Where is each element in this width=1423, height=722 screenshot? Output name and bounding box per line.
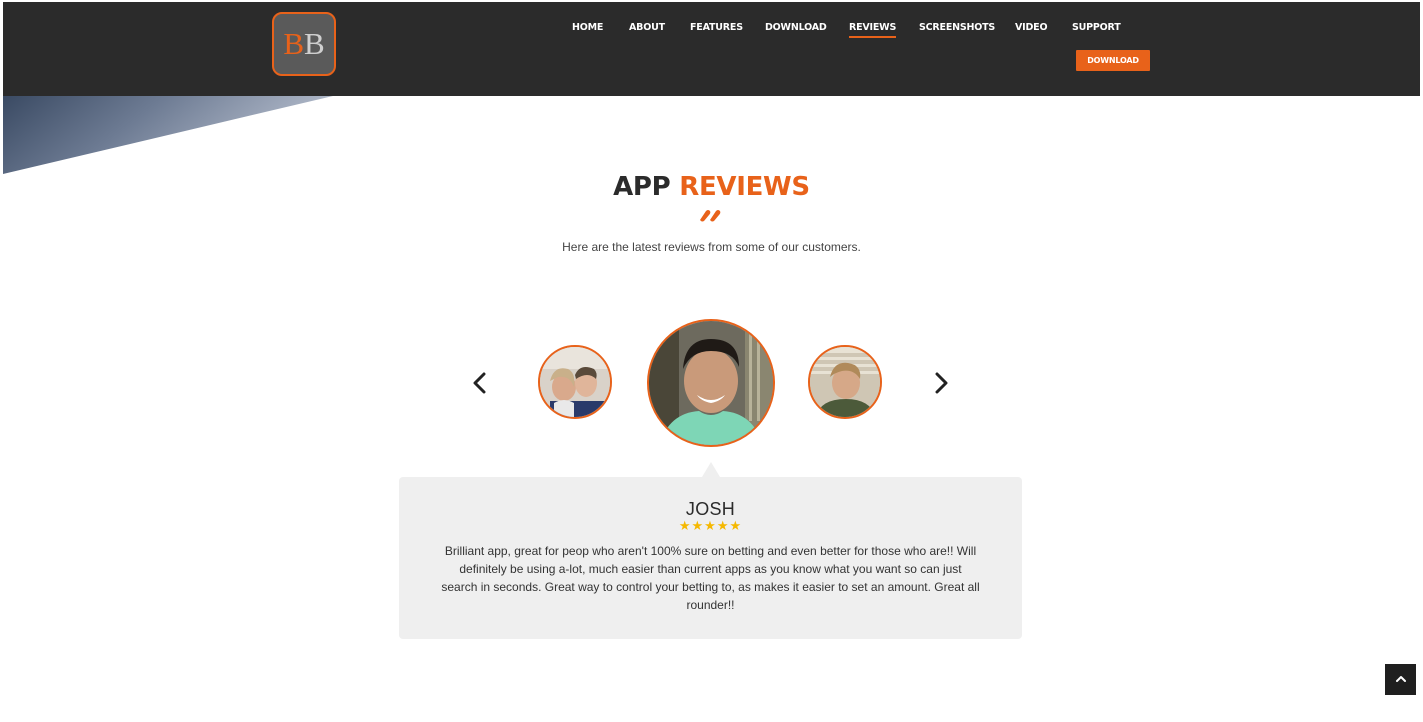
back-to-top-button[interactable] bbox=[1385, 664, 1416, 695]
nav-download[interactable]: DOWNLOAD bbox=[765, 22, 827, 33]
chevron-right-icon[interactable] bbox=[929, 370, 953, 396]
section-title: APP REVIEWS bbox=[0, 172, 1423, 202]
nav-support[interactable]: SUPPORT bbox=[1072, 22, 1121, 33]
hero-background-strip bbox=[3, 96, 333, 174]
review-text: Brilliant app, great for peop who aren't… bbox=[441, 544, 980, 612]
nav-reviews[interactable]: REVIEWS bbox=[849, 22, 896, 38]
nav-home[interactable]: HOME bbox=[572, 22, 603, 33]
section-title-part1: APP bbox=[613, 172, 671, 202]
reviewer-avatar-left[interactable] bbox=[538, 345, 612, 419]
chevron-up-icon bbox=[1395, 671, 1407, 689]
nav-features[interactable]: FEATURES bbox=[690, 22, 743, 33]
section-title-part2: REVIEWS bbox=[679, 172, 810, 202]
quote-mark-icon bbox=[698, 208, 724, 222]
nav-screenshots[interactable]: SCREENSHOTS bbox=[919, 22, 995, 33]
nav-video[interactable]: VIDEO bbox=[1015, 22, 1048, 33]
site-header: BB HOME ABOUT FEATURES DOWNLOAD REVIEWS … bbox=[3, 2, 1420, 96]
section-subtitle: Here are the latest reviews from some of… bbox=[562, 240, 861, 254]
reviewer-name: JOSH bbox=[685, 499, 736, 519]
reviewer-avatar-right[interactable] bbox=[808, 345, 882, 419]
card-pointer bbox=[702, 462, 720, 477]
main-nav: HOME ABOUT FEATURES DOWNLOAD REVIEWS SCR… bbox=[3, 22, 1420, 42]
reviewer-avatar-active[interactable] bbox=[647, 319, 775, 447]
nav-about[interactable]: ABOUT bbox=[629, 22, 665, 33]
star-rating-icon: ★★★★★ bbox=[678, 518, 743, 533]
header-download-button[interactable]: DOWNLOAD bbox=[1076, 50, 1150, 71]
chevron-left-icon[interactable] bbox=[468, 370, 492, 396]
